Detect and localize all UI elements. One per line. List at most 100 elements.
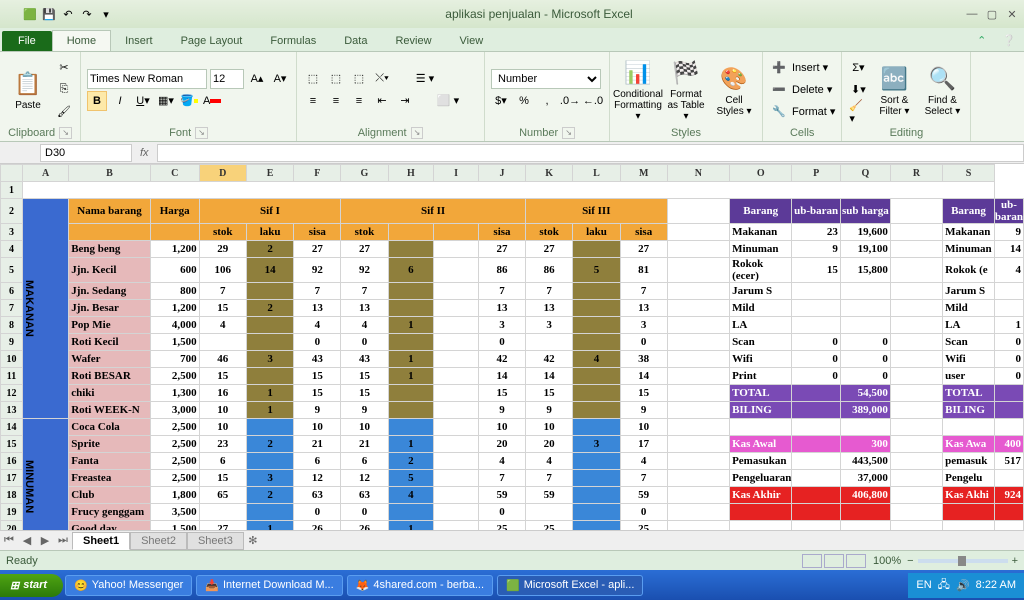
cell[interactable]: Kas Akhi bbox=[943, 487, 995, 504]
cell[interactable]: 2,500 bbox=[150, 453, 199, 470]
cell[interactable] bbox=[994, 300, 1023, 317]
col-header-H[interactable]: H bbox=[388, 165, 434, 182]
cell[interactable] bbox=[388, 402, 434, 419]
cell[interactable]: Pemasukan bbox=[730, 453, 792, 470]
name-box[interactable] bbox=[40, 144, 132, 162]
cell[interactable]: 9 bbox=[994, 224, 1023, 241]
cell[interactable] bbox=[434, 453, 479, 470]
cell[interactable]: 59 bbox=[620, 487, 667, 504]
cell[interactable]: 43 bbox=[341, 351, 388, 368]
cut-icon[interactable]: ✂ bbox=[54, 58, 74, 78]
zoom-out-icon[interactable]: − bbox=[907, 555, 913, 567]
find-select-button[interactable]: 🔍Find & Select ▾ bbox=[920, 57, 964, 123]
cell[interactable]: 1,500 bbox=[150, 334, 199, 351]
cell[interactable] bbox=[434, 368, 479, 385]
row-header-16[interactable]: 16 bbox=[1, 453, 23, 470]
cell[interactable]: 7 bbox=[341, 283, 388, 300]
cell[interactable]: 3 bbox=[246, 470, 293, 487]
insert-cells-button[interactable]: Insert ▾ bbox=[792, 61, 828, 74]
cell[interactable]: 54,500 bbox=[840, 385, 890, 402]
cell[interactable] bbox=[890, 241, 942, 258]
row-header-18[interactable]: 18 bbox=[1, 487, 23, 504]
cell[interactable] bbox=[994, 470, 1023, 487]
cell[interactable] bbox=[943, 504, 995, 521]
cell[interactable] bbox=[890, 258, 942, 283]
cell[interactable]: Barang bbox=[943, 199, 995, 224]
col-header-R[interactable]: R bbox=[890, 165, 942, 182]
cell[interactable]: Nama barang bbox=[69, 199, 151, 224]
cell[interactable]: Coca Cola bbox=[69, 419, 151, 436]
cell[interactable]: 1 bbox=[246, 521, 293, 531]
cell[interactable]: stok bbox=[199, 224, 246, 241]
cell[interactable]: Frucy genggam bbox=[69, 504, 151, 521]
cell[interactable]: Minuman bbox=[730, 241, 792, 258]
cell[interactable]: Makanan bbox=[943, 224, 995, 241]
cell[interactable] bbox=[730, 504, 792, 521]
cell[interactable] bbox=[199, 504, 246, 521]
cell[interactable] bbox=[434, 317, 479, 334]
cell[interactable]: 14 bbox=[479, 368, 526, 385]
cell[interactable]: 15 bbox=[792, 258, 841, 283]
system-tray[interactable]: EN 🖧 🔊 8:22 AM bbox=[908, 573, 1024, 598]
cell[interactable] bbox=[890, 224, 942, 241]
cell[interactable] bbox=[667, 402, 729, 419]
cell[interactable]: Mild bbox=[943, 300, 995, 317]
row-header-1[interactable]: 1 bbox=[1, 182, 23, 199]
cell[interactable] bbox=[667, 317, 729, 334]
cell[interactable]: 92 bbox=[341, 258, 388, 283]
cell[interactable]: stok bbox=[341, 224, 388, 241]
cell[interactable]: 15 bbox=[479, 385, 526, 402]
tab-view[interactable]: View bbox=[446, 31, 498, 51]
cell[interactable] bbox=[994, 385, 1023, 402]
row-header-4[interactable]: 4 bbox=[1, 241, 23, 258]
cell[interactable] bbox=[573, 300, 620, 317]
cell[interactable]: Kas Awa bbox=[943, 436, 995, 453]
task-idm[interactable]: 📥Internet Download M... bbox=[196, 575, 342, 596]
cell[interactable] bbox=[667, 385, 729, 402]
task-excel[interactable]: 🟩Microsoft Excel - apli... bbox=[497, 575, 643, 596]
cell[interactable] bbox=[150, 224, 199, 241]
align-top-icon[interactable]: ⬚ bbox=[303, 69, 323, 89]
cell[interactable] bbox=[388, 419, 434, 436]
format-as-table-button[interactable]: 🏁Format as Table ▾ bbox=[664, 57, 708, 123]
cell[interactable]: 0 bbox=[620, 334, 667, 351]
format-painter-icon[interactable]: 🖌 bbox=[54, 102, 74, 122]
cell[interactable]: 9 bbox=[620, 402, 667, 419]
redo-icon[interactable]: ↷ bbox=[79, 6, 95, 22]
close-icon[interactable]: ✕ bbox=[1004, 6, 1020, 22]
italic-button[interactable]: I bbox=[110, 91, 130, 111]
tray-network-icon[interactable]: 🖧 bbox=[938, 576, 950, 595]
cell[interactable]: 26 bbox=[294, 521, 341, 531]
cell[interactable]: 0 bbox=[792, 368, 841, 385]
cell[interactable]: 15 bbox=[294, 368, 341, 385]
cell[interactable]: 7 bbox=[525, 283, 572, 300]
cell[interactable] bbox=[573, 453, 620, 470]
tray-lang-icon[interactable]: EN bbox=[916, 579, 931, 591]
cell[interactable]: Minuman bbox=[943, 241, 995, 258]
cell[interactable]: 12 bbox=[341, 470, 388, 487]
cell[interactable]: 1,800 bbox=[150, 487, 199, 504]
cell[interactable]: 19,600 bbox=[840, 224, 890, 241]
cell[interactable]: 3 bbox=[573, 436, 620, 453]
cell[interactable]: 1 bbox=[246, 402, 293, 419]
cell[interactable] bbox=[667, 224, 729, 241]
cell[interactable]: 21 bbox=[294, 436, 341, 453]
cell[interactable]: 924 bbox=[994, 487, 1023, 504]
cell[interactable] bbox=[573, 317, 620, 334]
cell[interactable]: Scan bbox=[730, 334, 792, 351]
cell[interactable] bbox=[840, 504, 890, 521]
wrap-text-button[interactable]: ☰ ▾ bbox=[395, 69, 455, 89]
cell[interactable] bbox=[573, 419, 620, 436]
cell[interactable]: 9 bbox=[479, 402, 526, 419]
cell[interactable]: 10 bbox=[199, 419, 246, 436]
cell[interactable]: 1 bbox=[388, 368, 434, 385]
save-icon[interactable]: 💾 bbox=[41, 6, 57, 22]
paste-button[interactable]: 📋 Paste bbox=[6, 57, 50, 123]
cell[interactable] bbox=[943, 419, 995, 436]
col-header-A[interactable]: A bbox=[23, 165, 69, 182]
minimize-icon[interactable]: — bbox=[964, 6, 980, 22]
cell[interactable]: 2,500 bbox=[150, 368, 199, 385]
cell[interactable] bbox=[525, 334, 572, 351]
merge-button[interactable]: ⬜ ▾ bbox=[418, 91, 478, 111]
cell[interactable] bbox=[246, 334, 293, 351]
